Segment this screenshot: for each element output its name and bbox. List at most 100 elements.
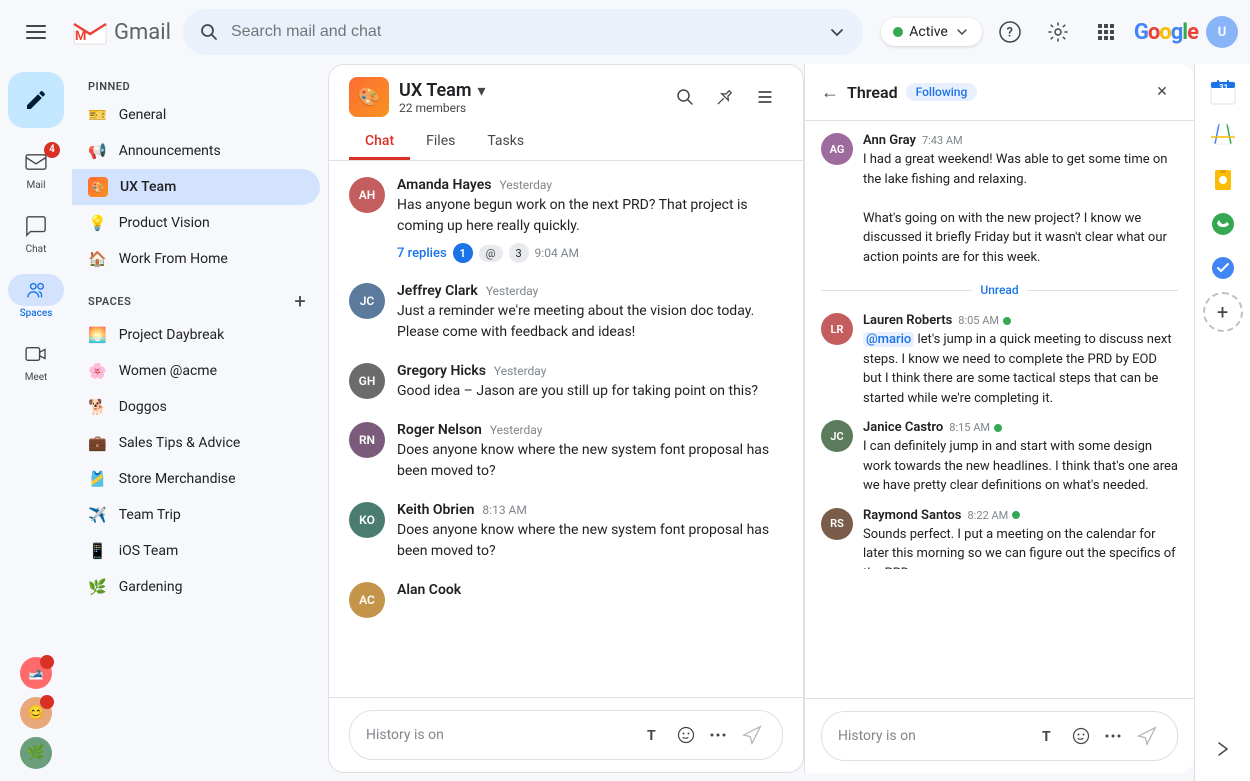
input-more-button[interactable] <box>706 723 730 747</box>
message-sender: Gregory Hicks <box>397 363 486 379</box>
thread-back-button[interactable]: ← <box>821 82 839 103</box>
tab-tasks[interactable]: Tasks <box>471 125 540 160</box>
thread-header: ← Thread Following ✕ <box>805 64 1194 121</box>
apps-button[interactable] <box>1086 12 1126 52</box>
compose-icon <box>24 88 48 112</box>
thread-title-area: ← Thread Following <box>821 82 977 103</box>
search-bar[interactable] <box>183 9 863 55</box>
avatar: AH <box>349 177 385 213</box>
sidebar-item-women-acme[interactable]: 🌸 Women @acme <box>72 353 320 389</box>
message-sender: Amanda Hayes <box>397 177 491 193</box>
reply-at-badge[interactable]: @ <box>479 245 503 262</box>
sidebar-item-project-daybreak[interactable]: 🌅 Project Daybreak <box>72 317 320 353</box>
bottom-avatar-1[interactable]: 🎿 <box>20 657 52 689</box>
nav-mail[interactable]: 4 Mail <box>0 136 72 200</box>
sidebar-item-ios-team[interactable]: 📱 iOS Team <box>72 533 320 569</box>
message-header: Gregory Hicks Yesterday <box>397 363 783 379</box>
right-calendar-button[interactable]: 31 <box>1203 72 1243 112</box>
chat-pin-button[interactable] <box>707 79 743 115</box>
thread-message-text: I had a great weekend! Was able to get s… <box>863 150 1178 267</box>
replies-link[interactable]: 7 replies <box>397 246 447 261</box>
sidebar-item-general[interactable]: 🎫 General <box>72 97 320 133</box>
thread-send-button[interactable] <box>1133 722 1161 750</box>
sidebar-item-product-vision[interactable]: 💡 Product Vision <box>72 205 320 241</box>
thread-more-button[interactable] <box>1101 724 1125 748</box>
chat-tabs: Chat Files Tasks <box>349 125 783 160</box>
message-time: Yesterday <box>490 423 543 437</box>
thread-message-header: Raymond Santos 8:22 AM <box>863 508 1178 523</box>
sidebar-item-store-merchandise[interactable]: 🎽 Store Merchandise <box>72 461 320 497</box>
ios-team-label: iOS Team <box>119 543 179 559</box>
svg-text:T: T <box>1042 729 1051 745</box>
settings-button[interactable] <box>1038 12 1078 52</box>
sidebar-item-announcements[interactable]: 📢 Announcements <box>72 133 320 169</box>
input-send-button[interactable] <box>738 721 766 749</box>
thread-emoji-button[interactable] <box>1069 724 1093 748</box>
meet-label: Meet <box>25 372 48 383</box>
general-label: General <box>119 107 167 123</box>
nav-chat[interactable]: Chat <box>0 200 72 264</box>
tab-files[interactable]: Files <box>410 125 471 160</box>
input-emoji-button[interactable] <box>674 723 698 747</box>
sidebar-item-sales-tips[interactable]: 💼 Sales Tips & Advice <box>72 425 320 461</box>
unread-divider: Unread <box>821 283 1178 297</box>
input-format-button[interactable]: T <box>642 723 666 747</box>
sidebar-item-gardening[interactable]: 🌿 Gardening <box>72 569 320 605</box>
bottom-avatar-2[interactable]: 😊 <box>20 697 52 729</box>
team-dropdown-icon[interactable]: ▾ <box>477 81 485 100</box>
message-sender: Roger Nelson <box>397 422 482 438</box>
calendar-icon: 31 <box>1209 78 1237 106</box>
right-collapse-button[interactable] <box>1203 729 1243 769</box>
right-drive-button[interactable] <box>1203 116 1243 156</box>
nav-spaces[interactable]: Spaces <box>0 264 72 328</box>
help-button[interactable]: ? <box>990 12 1030 52</box>
header-actions <box>667 79 783 115</box>
thread-input-box[interactable]: History is on T <box>821 711 1178 761</box>
sidebar-item-team-trip[interactable]: ✈️ Team Trip <box>72 497 320 533</box>
active-status-label: Active <box>909 24 948 40</box>
chat-input-box[interactable]: History is on T <box>349 710 783 760</box>
bottom-avatar-3[interactable]: 🌿 <box>20 737 52 769</box>
announcements-label: Announcements <box>119 143 221 159</box>
search-input[interactable] <box>231 23 815 41</box>
format-icon: T <box>645 726 663 744</box>
sidebar-item-work-from-home[interactable]: 🏠 Work From Home <box>72 241 320 277</box>
right-tasks-button[interactable] <box>1203 248 1243 288</box>
reply-count-badge: 3 <box>509 243 529 263</box>
hamburger-button[interactable] <box>0 8 72 56</box>
message-content: Alan Cook <box>397 582 783 618</box>
online-indicator <box>994 424 1002 432</box>
online-indicator <box>1003 317 1011 325</box>
sidebar-item-ux-team[interactable]: 🎨 UX Team <box>72 169 320 205</box>
send-icon <box>742 725 762 745</box>
mail-label: Mail <box>26 180 45 191</box>
message-text: Does anyone know where the new system fo… <box>397 520 783 562</box>
phone-icon <box>1211 212 1235 236</box>
add-space-button[interactable]: + <box>288 289 312 313</box>
menu-icon[interactable] <box>12 8 60 56</box>
right-keep-button[interactable] <box>1203 160 1243 200</box>
right-add-button[interactable]: + <box>1203 292 1243 332</box>
thread-messages: AG Ann Gray 7:43 AM I had a great weeken… <box>805 121 1194 698</box>
active-status-button[interactable]: Active <box>881 18 982 46</box>
thread-format-icon: T <box>1040 727 1058 745</box>
table-row: KO Keith Obrien 8:13 AM Does anyone know… <box>349 502 783 562</box>
input-more-icon <box>709 726 727 744</box>
user-avatar[interactable]: U <box>1206 16 1238 48</box>
avatar: RN <box>349 422 385 458</box>
team-members: 22 members <box>399 101 486 115</box>
nav-meet[interactable]: Meet <box>0 328 72 392</box>
search-dropdown-icon[interactable] <box>827 22 847 42</box>
sidebar-item-doggos[interactable]: 🐕 Doggos <box>72 389 320 425</box>
mail-badge: 4 <box>44 142 60 158</box>
thread-close-button[interactable]: ✕ <box>1146 76 1178 108</box>
reply-time: 9:04 AM <box>535 246 579 260</box>
chat-nav-label: Chat <box>26 244 47 255</box>
chat-more-button[interactable] <box>747 79 783 115</box>
gardening-label: Gardening <box>119 579 183 595</box>
compose-button[interactable] <box>8 72 64 128</box>
chat-search-button[interactable] <box>667 79 703 115</box>
thread-format-button[interactable]: T <box>1037 724 1061 748</box>
right-phone-button[interactable] <box>1203 204 1243 244</box>
tab-chat[interactable]: Chat <box>349 125 410 160</box>
